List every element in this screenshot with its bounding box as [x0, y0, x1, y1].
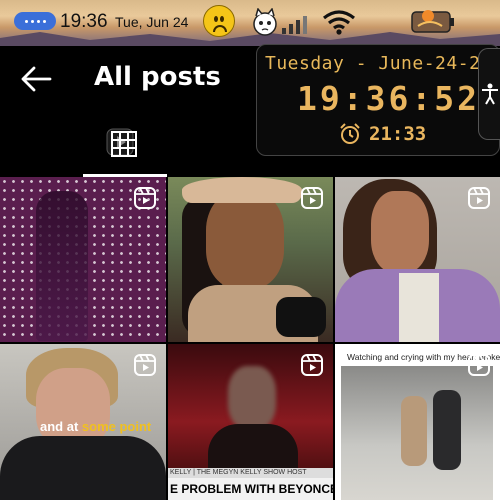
clock-time: 19:36:52: [297, 79, 480, 118]
posts-grid: and at some point KELLY | THE MEGYN KELL…: [0, 177, 500, 500]
battery-icon: [411, 10, 454, 33]
post-tile[interactable]: Watching and crying with my heart broken…: [335, 344, 500, 500]
status-time: 19:36: [60, 11, 108, 32]
floating-clock-widget[interactable]: Tuesday - June-24-202 19:36:52 21:33: [256, 44, 500, 156]
accessibility-tab[interactable]: [478, 48, 500, 140]
alarm-clock-icon: [340, 123, 360, 144]
post-tile[interactable]: [0, 177, 166, 342]
clock-date: Tuesday - June-24-202: [265, 53, 500, 74]
page-title: All posts: [94, 62, 221, 92]
alarm-time: 21:33: [369, 123, 427, 145]
post-thumbnail: [36, 191, 88, 341]
post-chyron: E PROBLEM WITH BEYONCE'S 'JOLE: [168, 478, 333, 500]
post-chyron-top: KELLY | THE MEGYN KELLY SHOW HOST: [168, 468, 333, 478]
cell-signal-icon: [282, 14, 307, 34]
status-bar: 19:36 Tue, Jun 24: [0, 0, 500, 46]
notification-pill[interactable]: [14, 12, 56, 30]
wifi-icon: [323, 10, 355, 35]
reel-icon: [468, 354, 490, 376]
post-tile[interactable]: [168, 177, 333, 342]
reel-icon: [301, 354, 323, 376]
accessibility-icon: [482, 83, 498, 105]
reel-icon: [134, 354, 156, 376]
reel-icon: [134, 187, 156, 209]
status-date: Tue, Jun 24: [115, 14, 189, 30]
reel-icon: [468, 187, 490, 209]
post-caption: and at some point: [40, 419, 152, 434]
grid-view-icon[interactable]: [111, 131, 137, 157]
sad-face-icon: [203, 5, 235, 37]
reel-icon: [301, 187, 323, 209]
post-tile[interactable]: [335, 177, 500, 342]
cat-sticker-icon: [253, 8, 277, 36]
back-arrow-icon[interactable]: [20, 64, 52, 94]
post-tile[interactable]: and at some point: [0, 344, 166, 500]
post-tile[interactable]: KELLY | THE MEGYN KELLY SHOW HOST E PROB…: [168, 344, 333, 500]
